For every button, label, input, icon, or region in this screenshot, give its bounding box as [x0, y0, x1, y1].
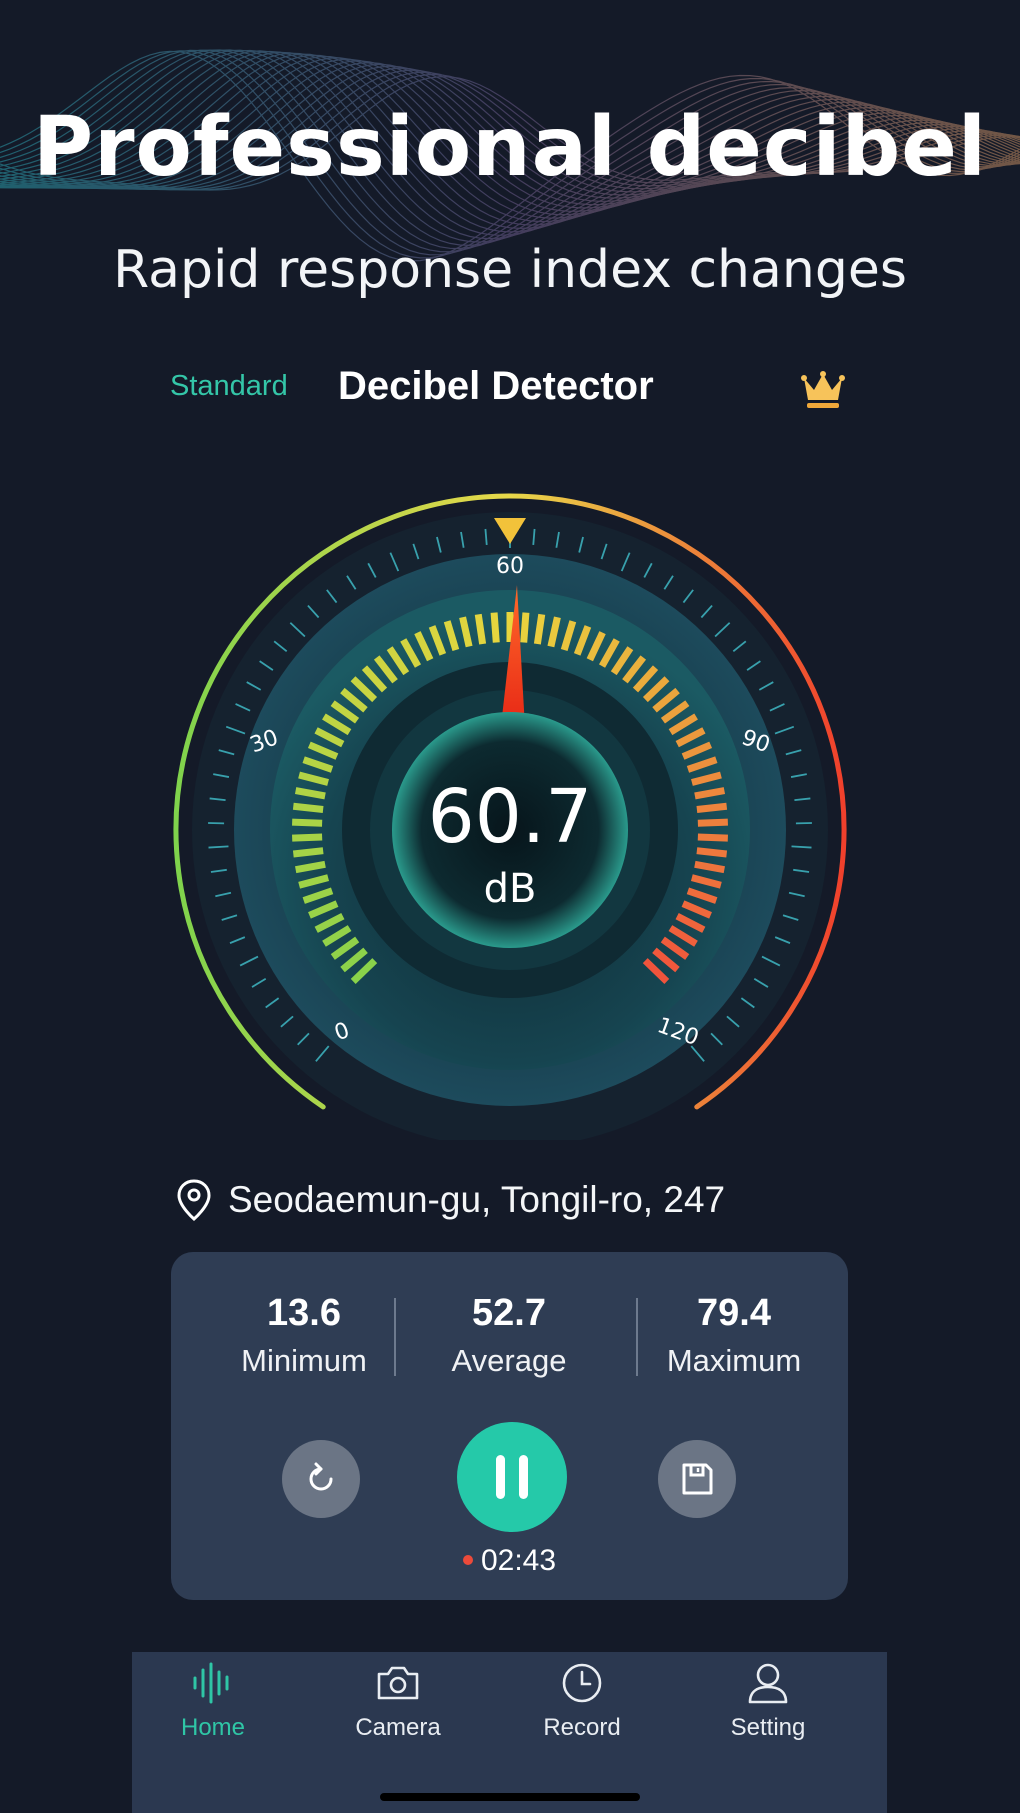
decibel-reading: 60.7	[428, 774, 593, 860]
stat-maximum: 79.4 Maximum	[634, 1292, 834, 1379]
avg-value: 52.7	[472, 1292, 546, 1334]
tab-setting[interactable]: Setting	[688, 1660, 848, 1742]
tab-home[interactable]: Home	[133, 1660, 293, 1742]
gauge-scale-label: 60	[496, 554, 524, 579]
mode-label[interactable]: Standard	[170, 370, 288, 403]
clock-icon	[562, 1663, 602, 1703]
pause-icon	[496, 1455, 528, 1499]
home-indicator	[380, 1793, 640, 1801]
bottom-tab-bar: Home Camera Record Setting	[132, 1652, 887, 1813]
measurement-panel: 13.6 Minimum 52.7 Average 79.4 Maximum 0…	[171, 1252, 848, 1600]
promo-headline: Professional decibel	[32, 100, 988, 195]
gauge-level-bar	[533, 613, 546, 645]
recording-dot	[462, 1555, 473, 1566]
min-value: 13.6	[267, 1292, 341, 1334]
save-icon	[682, 1463, 713, 1495]
gauge-tick	[791, 845, 812, 849]
camera-icon	[377, 1666, 419, 1700]
max-value: 79.4	[697, 1292, 771, 1334]
recording-timer: 02:43	[171, 1544, 848, 1578]
tab-camera[interactable]: Camera	[318, 1660, 478, 1742]
decibel-gauge: 0306090120 60.7 dB	[173, 493, 847, 1140]
gauge-level-bar	[490, 612, 500, 643]
min-label: Minimum	[241, 1343, 367, 1378]
gauge-level-bar	[292, 802, 324, 814]
stat-minimum: 13.6 Minimum	[204, 1292, 404, 1379]
promo-subline: Rapid response index changes	[113, 240, 907, 300]
stat-divider	[394, 1298, 396, 1376]
pause-button[interactable]	[457, 1422, 567, 1532]
timer-text: 02:43	[480, 1544, 557, 1577]
gauge-level-bar	[292, 847, 324, 858]
tab-record[interactable]: Record	[502, 1660, 662, 1742]
max-label: Maximum	[666, 1343, 802, 1378]
gauge-level-bar	[292, 833, 323, 842]
gauge-level-bar	[520, 612, 530, 643]
refresh-icon	[309, 1462, 333, 1491]
gauge-level-bar	[696, 802, 728, 814]
stat-average: 52.7 Average	[409, 1292, 609, 1379]
gauge-level-bar	[696, 847, 728, 858]
tab-label: Record	[543, 1714, 621, 1741]
app-title: Decibel Detector	[338, 364, 654, 408]
gauge-level-bar	[292, 818, 323, 827]
avg-label: Average	[451, 1343, 567, 1378]
tab-label: Camera	[355, 1714, 441, 1741]
save-button[interactable]	[658, 1440, 736, 1518]
waveform-icon	[193, 1662, 229, 1704]
decibel-unit: dB	[484, 866, 537, 912]
gauge-tick	[208, 845, 229, 849]
location-pin-icon	[177, 1179, 211, 1221]
location-row[interactable]: Seodaemun-gu, Tongil-ro, 247	[176, 1178, 725, 1222]
tab-label: Home	[180, 1714, 246, 1741]
tab-label: Setting	[730, 1714, 806, 1741]
reset-button[interactable]	[282, 1440, 360, 1518]
gauge-level-bar	[474, 613, 487, 645]
location-text: Seodaemun-gu, Tongil-ro, 247	[228, 1179, 726, 1220]
gauge-level-bar	[697, 833, 728, 842]
gauge-level-bar	[697, 818, 728, 827]
crown-icon[interactable]	[800, 368, 846, 410]
user-icon	[748, 1663, 788, 1704]
